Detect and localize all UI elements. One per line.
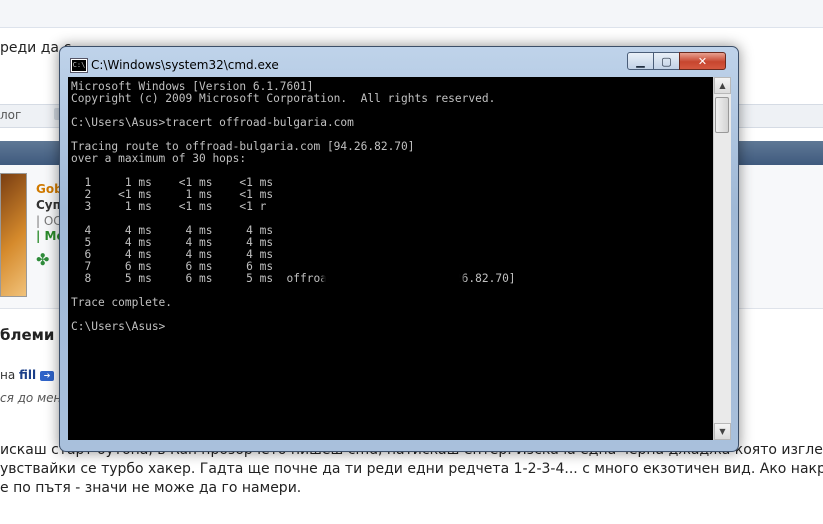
poster-os: | ОС — [36, 214, 62, 228]
page-top-strip — [0, 0, 823, 28]
redacted-area — [323, 221, 463, 291]
fill-prefix: на — [0, 368, 20, 382]
fill-link[interactable]: fill — [19, 368, 36, 382]
scroll-up-button[interactable]: ▲ — [714, 77, 731, 94]
clover-icon: ✤ — [36, 250, 50, 269]
cmd-window[interactable]: C:\ C:\Windows\system32\cmd.exe ▁ ▢ ✕ Mi… — [59, 46, 739, 452]
close-button[interactable]: ✕ — [679, 52, 726, 70]
maximize-button[interactable]: ▢ — [653, 52, 680, 70]
forward-arrow-icon[interactable]: ➔ — [40, 370, 55, 381]
scroll-thumb[interactable] — [715, 97, 729, 133]
console-text: Microsoft Windows [Version 6.1.7601] Cop… — [71, 80, 516, 333]
cmd-app-icon[interactable]: C:\ — [70, 58, 88, 73]
vertical-scrollbar[interactable]: ▲ ▼ — [713, 77, 731, 440]
redacted-area — [538, 229, 713, 253]
post-subtitle: ся до мен — [0, 391, 62, 405]
post-paragraph-3: е по пътя - значи не може да го намери. — [0, 480, 302, 496]
scroll-down-button[interactable]: ▼ — [714, 423, 731, 440]
console-output[interactable]: Microsoft Windows [Version 6.1.7601] Cop… — [68, 77, 713, 440]
window-title: C:\Windows\system32\cmd.exe — [91, 58, 279, 72]
nav-blog-link[interactable]: лог — [0, 108, 21, 122]
post-paragraph-2: увствайки се турбо хакер. Гадта ще почне… — [0, 461, 823, 477]
minimize-button[interactable]: ▁ — [627, 52, 654, 70]
window-controls: ▁ ▢ ✕ — [627, 52, 731, 70]
window-titlebar[interactable]: C:\ C:\Windows\system32\cmd.exe ▁ ▢ ✕ — [60, 47, 738, 75]
fill-line: на fill ➔ — [0, 368, 55, 382]
avatar[interactable] — [0, 173, 27, 297]
